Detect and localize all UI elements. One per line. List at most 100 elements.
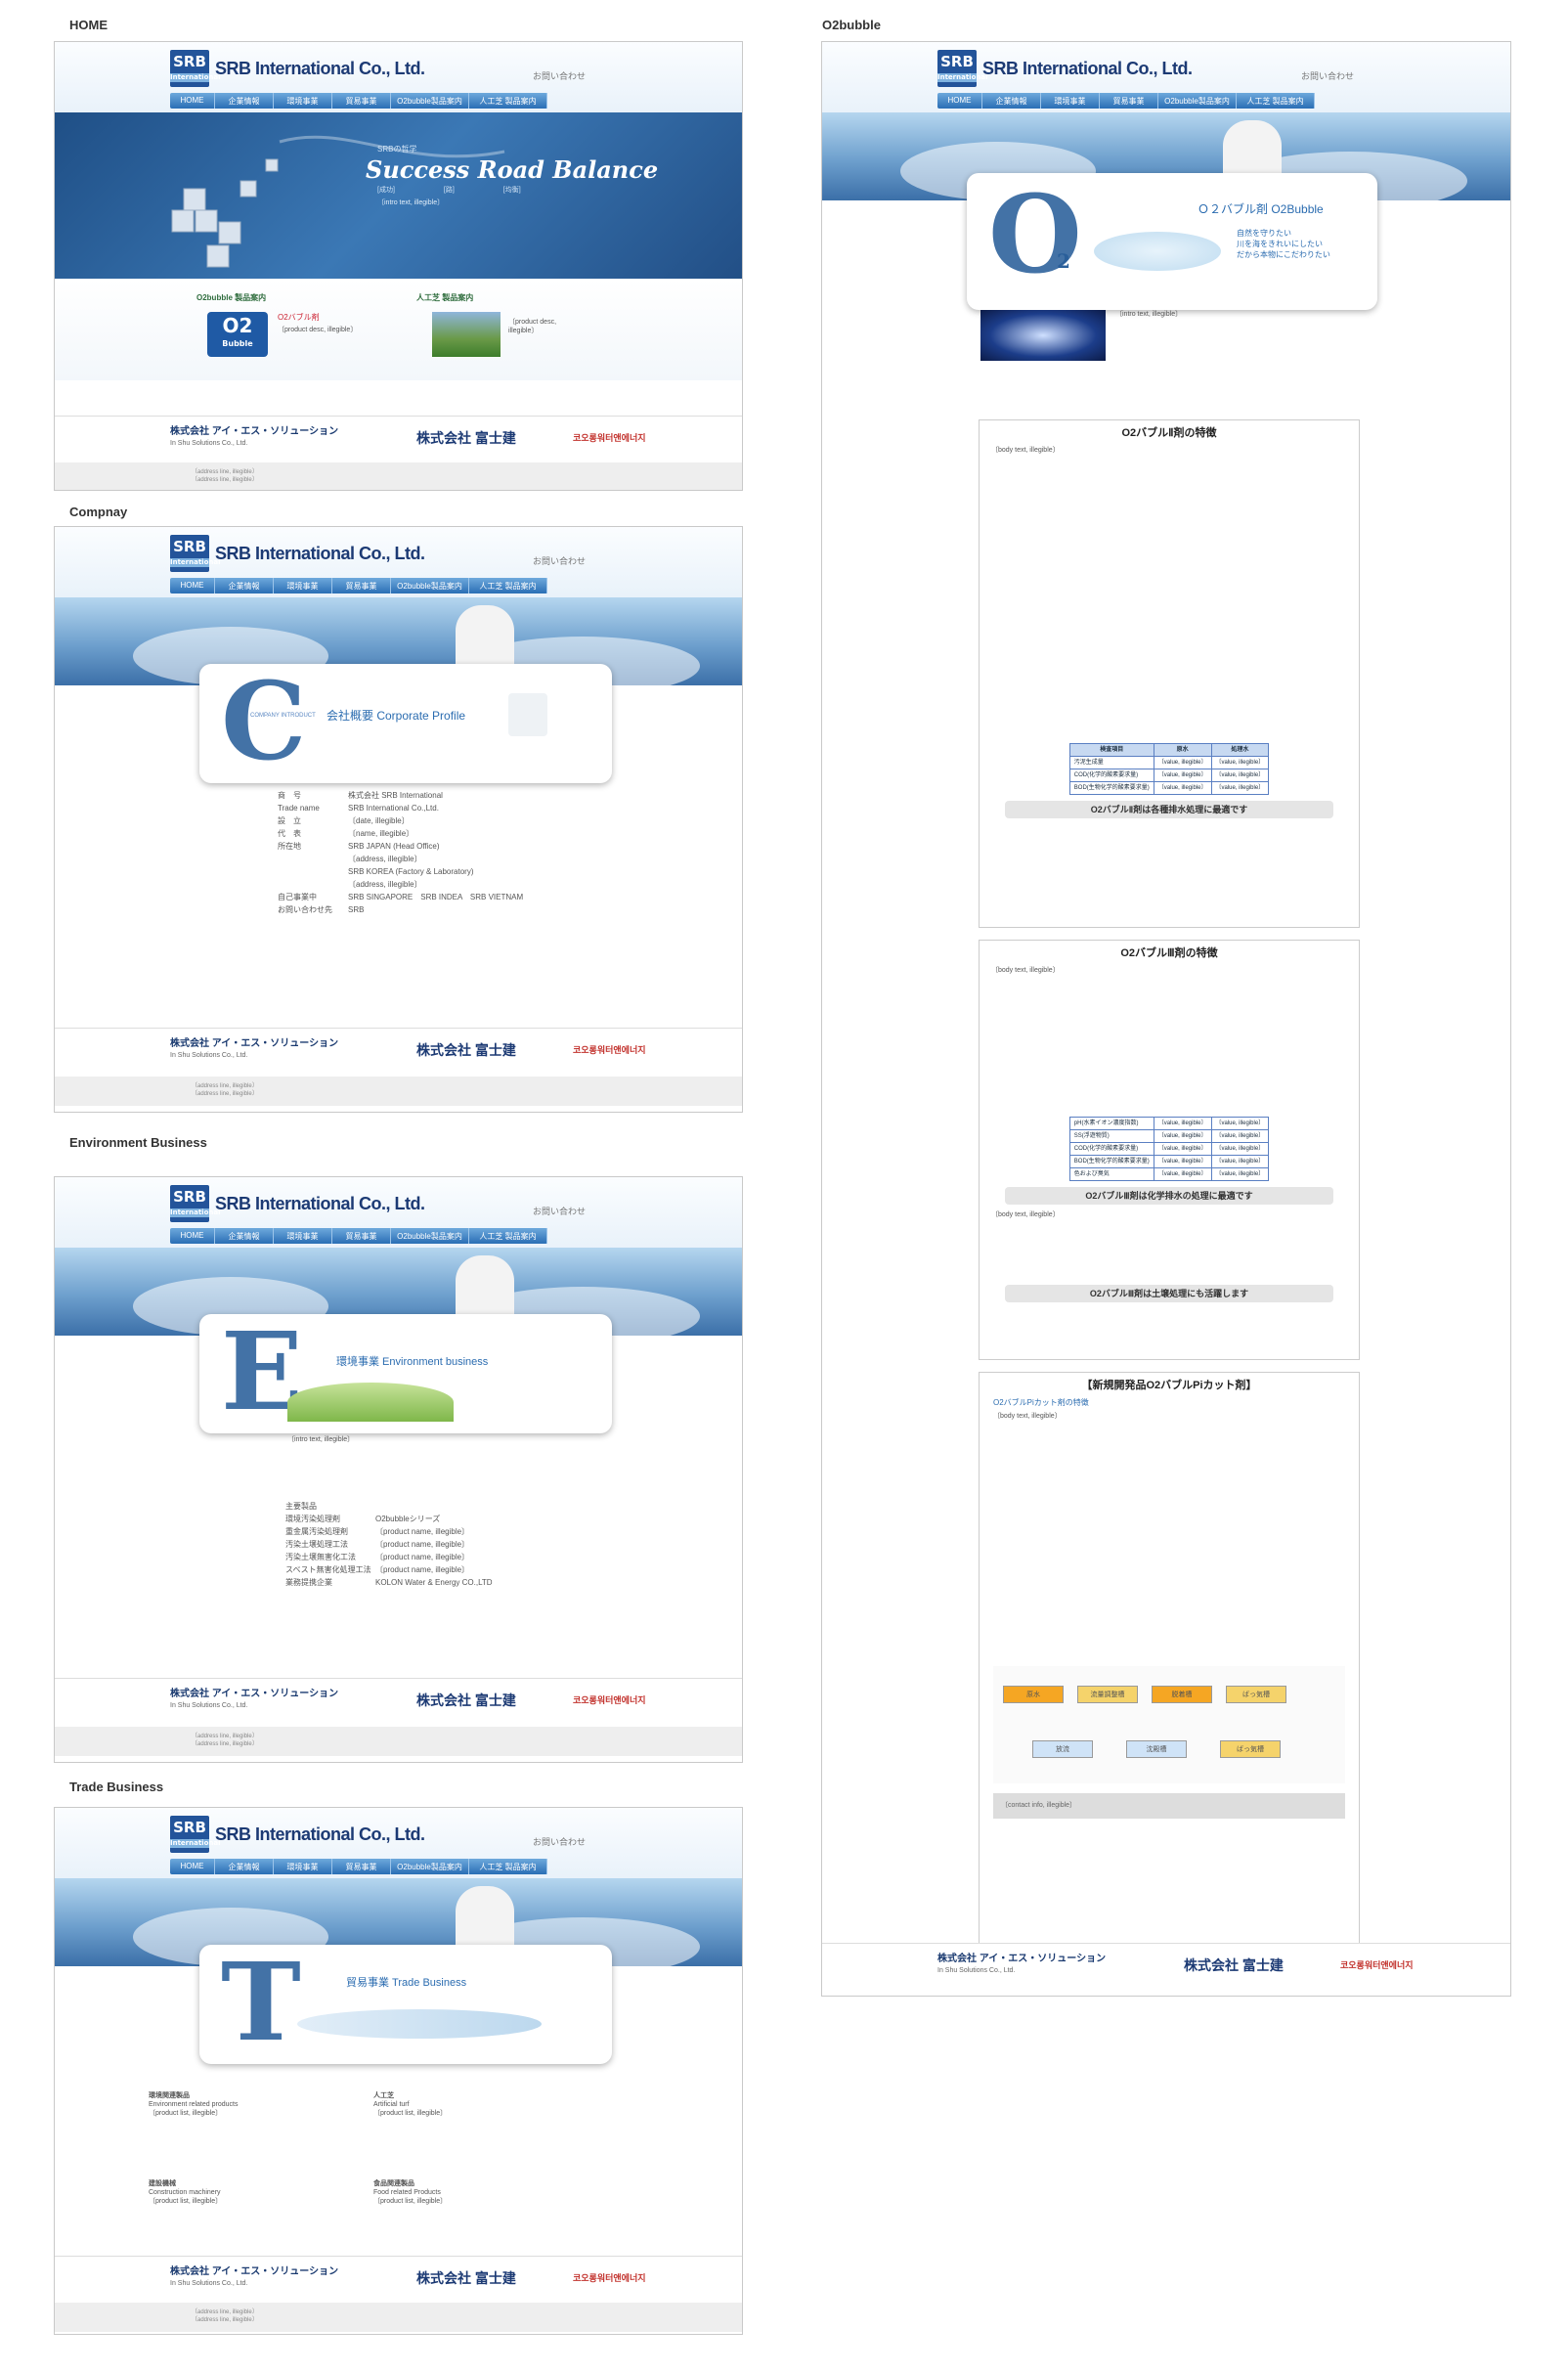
- partner-isolutions[interactable]: 株式会社 アイ・エス・ソリューション In Shu Solutions Co., …: [170, 426, 393, 450]
- row-label: 設 立: [278, 816, 301, 825]
- table-cell: 〔value, illegible〕: [1210, 1167, 1270, 1181]
- nav-item-5[interactable]: 人工芝 製品案内: [469, 1859, 547, 1874]
- logo-text: SRB International Co., Ltd.: [215, 1824, 425, 1844]
- table-cell: 〔value, illegible〕: [1210, 1117, 1270, 1130]
- table-cell: 色および臭気: [1068, 1167, 1154, 1181]
- partner-footer: 株式会社 アイ・エス・ソリューション In Shu Solutions Co., …: [55, 416, 742, 459]
- nav-item-4[interactable]: O2bubble製品案内: [391, 1859, 469, 1874]
- nav-item-3[interactable]: 貿易事業: [1100, 93, 1158, 109]
- nav-item-3[interactable]: 貿易事業: [332, 1228, 391, 1244]
- nav-item-0[interactable]: HOME: [170, 1859, 215, 1874]
- partner-kolon[interactable]: 코오롱워터앤에너지: [573, 1043, 646, 1056]
- nav-item-4[interactable]: O2bubble製品案内: [391, 578, 469, 593]
- nav-item-1[interactable]: 企業情報: [215, 93, 274, 109]
- trade-item[interactable]: 環境関連製品 Environment related products 〔produ…: [149, 2091, 344, 2118]
- hero-kicker: SRBの哲学: [377, 145, 417, 154]
- trade-item[interactable]: 食品関連製品 Food related Products 〔product list…: [373, 2179, 569, 2206]
- table-row: COD(化学的酸素要求量) 〔value, illegible〕 〔value, i…: [1068, 1142, 1270, 1156]
- partner-fujiken[interactable]: 株式会社 富士建: [416, 1040, 559, 1060]
- row-label: スベスト無害化処理工法: [285, 1565, 371, 1574]
- section-label-env: Environment Business: [69, 1135, 207, 1150]
- table-cell: 〔value, illegible〕: [1153, 1142, 1212, 1156]
- logo-text: SRB International Co., Ltd.: [215, 58, 425, 78]
- nav-item-3[interactable]: 貿易事業: [332, 1859, 391, 1874]
- nav-item-0[interactable]: HOME: [937, 93, 982, 109]
- partner-isolutions[interactable]: 株式会社 アイ・エス・ソリューション In Shu Solutions Co., …: [170, 1038, 393, 1062]
- nav-item-5[interactable]: 人工芝 製品案内: [469, 578, 547, 593]
- nav-item-3[interactable]: 貿易事業: [332, 578, 391, 593]
- partner-isolutions[interactable]: 株式会社 アイ・エス・ソリューション In Shu Solutions Co., …: [170, 2266, 393, 2290]
- trade-item-en: Construction machinery: [149, 2189, 221, 2196]
- section-3-title: O2バブルⅢ剤の特徴: [1120, 947, 1218, 959]
- trade-item[interactable]: 人工芝 Artificial turf 〔product list, illegib…: [373, 2091, 569, 2118]
- nav-item-1[interactable]: 企業情報: [215, 1859, 274, 1874]
- logo-mark: SRB International: [170, 50, 221, 87]
- nav-item-0[interactable]: HOME: [170, 1228, 215, 1244]
- site-logo[interactable]: SRB International SRB International Co., L…: [170, 1816, 425, 1853]
- company-title: 会社概要 Corporate Profile: [327, 709, 466, 723]
- nav-item-0[interactable]: HOME: [170, 578, 215, 593]
- nav-item-0[interactable]: HOME: [170, 93, 215, 109]
- nav-item-4[interactable]: O2bubble製品案内: [391, 93, 469, 109]
- nav-item-2[interactable]: 環境事業: [274, 93, 332, 109]
- nav-item-2[interactable]: 環境事業: [1041, 93, 1100, 109]
- partner-fujiken[interactable]: 株式会社 富士建: [416, 428, 559, 448]
- site-logo[interactable]: SRB International SRB International Co., L…: [937, 50, 1193, 87]
- nav-item-1[interactable]: 企業情報: [215, 578, 274, 593]
- row-label: 所在地: [278, 842, 301, 851]
- hero-tags: [成功] [路] [均衡]: [377, 187, 521, 194]
- main-nav: HOME 企業情報 環境事業 貿易事業 O2bubble製品案内 人工芝 製品案内: [170, 578, 547, 593]
- nav-item-5[interactable]: 人工芝 製品案内: [469, 93, 547, 109]
- site-logo[interactable]: SRB International SRB International Co., L…: [170, 535, 425, 572]
- site-logo[interactable]: SRB International SRB International Co., L…: [170, 1185, 425, 1222]
- o2-promo-title[interactable]: O2bubble 製品案内: [196, 292, 266, 303]
- nav-item-2[interactable]: 環境事業: [274, 578, 332, 593]
- contact-link[interactable]: お問い合わせ: [533, 554, 586, 567]
- turf-promo-title[interactable]: 人工芝 製品案内: [416, 292, 473, 303]
- contact-link[interactable]: お問い合わせ: [533, 69, 586, 82]
- trade-title-card: T 貿易事業 Trade Business: [199, 1945, 612, 2064]
- partner-fujiken[interactable]: 株式会社 富士建: [416, 2268, 559, 2288]
- nav-item-5[interactable]: 人工芝 製品案内: [469, 1228, 547, 1244]
- partner-isolutions[interactable]: 株式会社 アイ・エス・ソリューション In Shu Solutions Co., …: [170, 1689, 393, 1712]
- row-label: 自己事業中: [278, 893, 317, 901]
- table-cell: 〔value, illegible〕: [1210, 1155, 1270, 1168]
- table-cell: 〔value, illegible〕: [1210, 781, 1270, 795]
- nav-item-1[interactable]: 企業情報: [982, 93, 1041, 109]
- copyright-footer: 〔address line, illegible〕 〔address line, …: [55, 2303, 742, 2332]
- row-value: 〔date, illegible〕: [348, 816, 410, 825]
- table-cell: 〔value, illegible〕: [1153, 1129, 1212, 1143]
- trade-item[interactable]: 建設機械 Construction machinery 〔product list,…: [149, 2179, 344, 2206]
- partner-fujiken[interactable]: 株式会社 富士建: [1184, 1956, 1327, 1975]
- partner-kolon[interactable]: 코오롱워터앤에너지: [1340, 1958, 1414, 1971]
- nav-item-4[interactable]: O2bubble製品案内: [1158, 93, 1237, 109]
- nav-item-3[interactable]: 貿易事業: [332, 93, 391, 109]
- contact-link[interactable]: お問い合わせ: [1301, 69, 1354, 82]
- nav-item-5[interactable]: 人工芝 製品案内: [1237, 93, 1315, 109]
- contact-link[interactable]: お問い合わせ: [533, 1205, 586, 1217]
- table-row: お問い合わせ先 SRB: [278, 903, 523, 916]
- trade-item-desc: 〔product list, illegible〕: [373, 2198, 448, 2205]
- nav-item-4[interactable]: O2bubble製品案内: [391, 1228, 469, 1244]
- partner-fujiken[interactable]: 株式会社 富士建: [416, 1691, 559, 1710]
- section-3-table: pH(水素イオン濃度指数) 〔value, illegible〕 〔value, i…: [1068, 1117, 1270, 1181]
- contact-link[interactable]: お問い合わせ: [533, 1835, 586, 1848]
- nav-item-2[interactable]: 環境事業: [274, 1859, 332, 1874]
- turf-image[interactable]: [432, 312, 501, 357]
- logo-mark: SRB International: [170, 1816, 221, 1853]
- copyright-footer: 〔address line, illegible〕 〔address line, …: [55, 1727, 742, 1756]
- partner-isolutions[interactable]: 株式会社 アイ・エス・ソリューション In Shu Solutions Co., …: [937, 1954, 1160, 1977]
- section-3-banner-2: O2バブルⅢ剤は土壌処理にも活躍します: [1005, 1285, 1333, 1302]
- trade-letter: T: [221, 1945, 301, 2064]
- partner-kolon[interactable]: 코오롱워터앤에너지: [573, 2271, 646, 2284]
- partner-kolon[interactable]: 코오롱워터앤에너지: [573, 1693, 646, 1706]
- section-2-title: O2バブルⅡ剤の特徴: [1121, 427, 1217, 439]
- nav-item-2[interactable]: 環境事業: [274, 1228, 332, 1244]
- env-product-list: 主要製品 環境汚染処理剤 O2bubbleシリーズ 重金属汚染処理剤 〔product …: [285, 1500, 493, 1589]
- site-header: SRB International SRB International Co., L…: [55, 42, 742, 112]
- flow-step: 脱着槽: [1152, 1686, 1212, 1703]
- site-logo[interactable]: SRB International SRB International Co., L…: [170, 50, 425, 87]
- partner-kolon[interactable]: 코오롱워터앤에너지: [573, 431, 646, 444]
- o2-badge[interactable]: O2 Bubble: [207, 312, 268, 357]
- nav-item-1[interactable]: 企業情報: [215, 1228, 274, 1244]
